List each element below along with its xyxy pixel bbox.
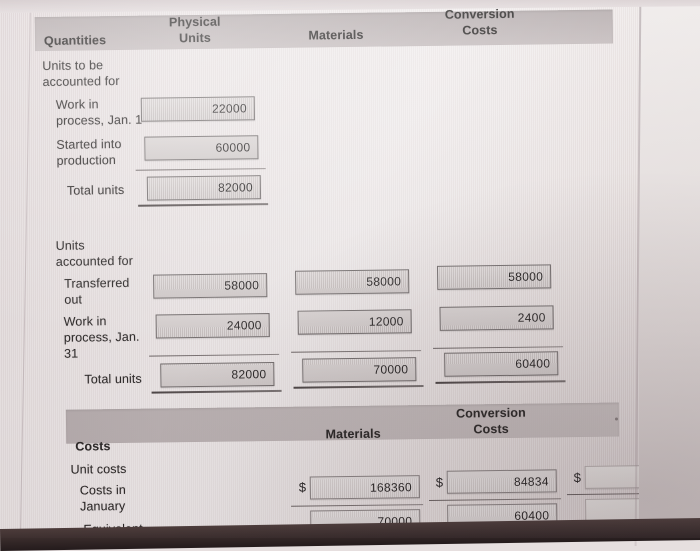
column-header-quantities: Quantities [43,33,107,48]
row-label-started-into-production: Started into production [56,136,122,168]
subtotal-rule-accounted-materials [291,350,422,353]
subtotal-rule-unit-costs-materials [291,504,424,507]
subtotal-rule-accounted-physical [149,353,280,357]
row-label-work-in-process-jan-1: Work in process, Jan. 1 [55,97,143,128]
value-transferred-out-materials: 58000 [366,274,402,289]
input-wip-jan31-conversion-costs[interactable]: 2400 [439,305,554,331]
total-rule-accounted-materials [293,385,424,389]
group-label-units-to-be-accounted-for: Units to be accounted for [42,58,120,90]
total-rule-accounted-conversion [435,380,566,384]
band-edge-marker [614,417,619,421]
column-header-materials: Materials [308,27,364,43]
value-total-units-accounted-materials: 70000 [373,362,409,377]
subtotal-rule-units-to-be-accounted [135,168,266,171]
input-wip-jan1-physical-units[interactable]: 22000 [140,96,256,122]
page-right-margin [639,0,700,538]
total-rule-units-to-be-accounted [138,203,269,207]
input-total-units-to-be-accounted-physical-units[interactable]: 82000 [146,175,262,201]
subtotal-rule-accounted-conversion [433,346,564,349]
value-transferred-out-physical-units: 58000 [224,278,260,293]
value-costs-in-january-materials: 168360 [369,479,412,495]
costs-column-header-conversion-costs: Conversion Costs [455,405,526,437]
row-label-work-in-process-jan-31: Work in process, Jan. 31 [63,314,140,361]
input-wip-jan31-materials[interactable]: 12000 [297,309,412,335]
group-label-unit-costs: Unit costs [70,461,127,477]
value-started-into-production-physical-units: 60000 [215,140,251,155]
input-wip-jan31-physical-units[interactable]: 24000 [155,313,270,339]
group-label-units-accounted-for: Units accounted for [55,238,134,269]
input-transferred-out-conversion-costs[interactable]: 58000 [436,264,552,290]
value-costs-in-january-conversion-costs: 84834 [513,473,549,489]
input-transferred-out-physical-units[interactable]: 58000 [153,273,268,299]
input-costs-in-january-conversion-costs[interactable]: 84834 [446,469,557,494]
value-transferred-out-conversion-costs: 58000 [508,269,544,284]
currency-symbol-materials-costs-january: $ [298,479,307,495]
column-header-costs: Costs [75,439,111,454]
value-wip-jan31-materials: 12000 [368,314,404,329]
row-label-costs-in-january: Costs in January [79,482,126,514]
currency-symbol-total-costs-january: $ [573,469,582,486]
row-label-transferred-out: Transferred out [64,275,130,307]
value-total-units-accounted-conversion-costs: 60400 [515,356,551,371]
value-wip-jan31-physical-units: 24000 [226,318,262,333]
value-wip-jan1-physical-units: 22000 [211,101,247,116]
column-header-conversion-costs: Conversion Costs [444,6,515,38]
row-label-total-units-to-be-accounted: Total units [66,182,125,198]
column-header-physical-units: Physical Units [168,14,221,46]
value-wip-jan31-conversion-costs: 2400 [517,310,546,325]
input-total-units-accounted-conversion-costs[interactable]: 60400 [444,351,559,377]
row-label-total-units-accounted: Total units [84,371,142,387]
total-rule-accounted-physical [151,389,282,394]
value-total-units-accounted-physical-units: 82000 [231,367,267,382]
input-total-units-accounted-materials[interactable]: 70000 [302,357,417,383]
input-total-units-accounted-physical-units[interactable]: 82000 [160,362,275,388]
input-costs-in-january-materials[interactable]: 168360 [309,475,421,500]
subtotal-rule-unit-costs-conversion [429,498,562,501]
input-transferred-out-materials[interactable]: 58000 [295,269,410,295]
production-cost-report-worksheet: Quantities Physical Units Materials Conv… [0,0,700,543]
currency-symbol-conversion-costs-january: $ [435,474,444,490]
costs-column-header-materials: Materials [325,426,381,442]
value-total-units-to-be-accounted-physical-units: 82000 [217,180,254,195]
input-started-into-production-physical-units[interactable]: 60000 [144,135,259,161]
